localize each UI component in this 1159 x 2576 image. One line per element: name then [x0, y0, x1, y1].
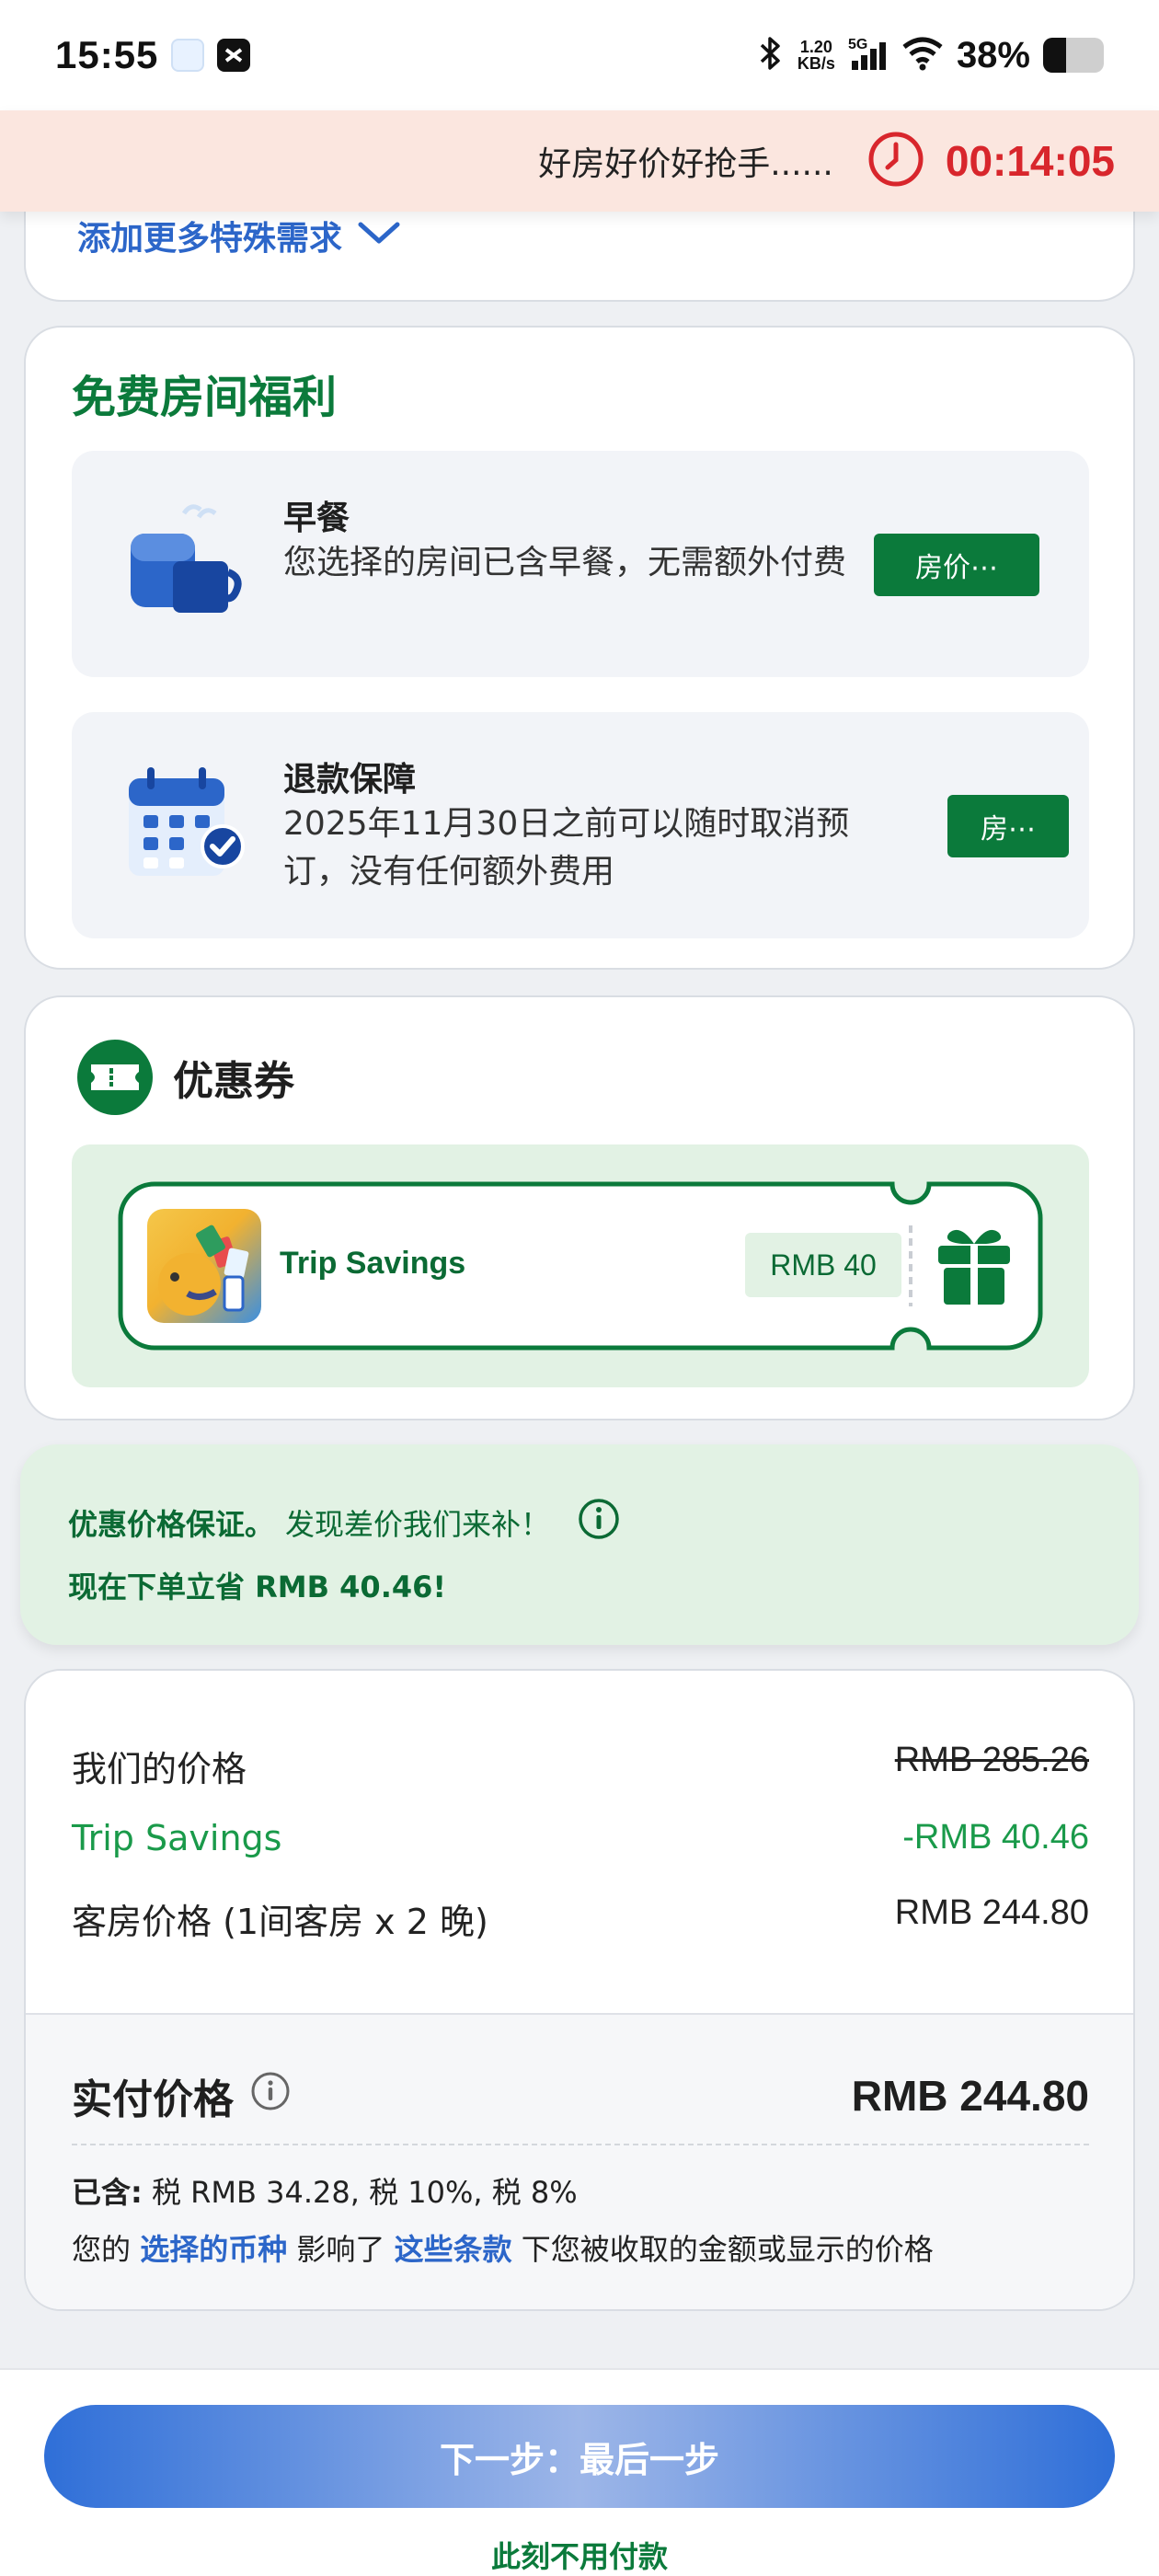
currency-note: 您的 选择的币种 影响了 这些条款 下您被收取的金额或显示的价格 — [72, 2226, 934, 2269]
room-price-button[interactable]: 房⋯ — [947, 795, 1069, 857]
timer-countdown: 00:14:05 — [945, 137, 1115, 185]
price-guarantee-heading: 优惠价格保证。 — [68, 1507, 275, 1542]
bottom-action-bar: 下一步：最后一步 此刻不用付款 — [0, 2368, 1159, 2576]
coupon-name: Trip Savings — [280, 1246, 466, 1281]
timer-message: 好房好价好抢手...... — [538, 145, 833, 183]
total-price-label-group: 实付价格 — [72, 2066, 291, 2125]
price-guarantee-text: 发现差价我们来补！ — [285, 1507, 551, 1542]
currency-note-text: 下您被收取的金额或显示的价格 — [521, 2232, 934, 2267]
total-price-row: 实付价格 RMB 244.80 — [72, 2066, 1089, 2125]
price-label: 客房价格 (1间客房 x 2 晚) — [72, 1902, 488, 1942]
price-guarantee-line: 优惠价格保证。 发现差价我们来补！ — [68, 1498, 620, 1547]
trip-savings-logo — [147, 1209, 261, 1323]
booking-timer-banner: 好房好价好抢手...... 00:14:05 — [0, 110, 1159, 212]
price-label: 我们的价格 — [72, 1749, 247, 1789]
wifi-icon — [901, 36, 944, 75]
benefit-refund: 退款保障 2025年11月30日之前可以随时取消预订，没有任何额外费用 房⋯ — [72, 712, 1089, 938]
price-label: Trip Savings — [72, 1818, 282, 1858]
selected-currency-link[interactable]: 选择的币种 — [140, 2232, 287, 2267]
coupon-header: 优惠券 — [77, 1040, 294, 1115]
total-price-value: RMB 244.80 — [851, 2072, 1089, 2120]
benefit-title: 退款保障 — [283, 761, 417, 799]
currency-note-text: 您的 — [72, 2232, 132, 2267]
battery-fill — [1043, 38, 1067, 73]
original-price: RMB 285.26 — [894, 1741, 1089, 1779]
gift-icon — [935, 1224, 1014, 1310]
status-right: 1.20 KB/s 5G 38% — [757, 35, 1104, 76]
price-row-room-price: 客房价格 (1间客房 x 2 晚) RMB 244.80 — [72, 1893, 1089, 1944]
savings-message: 现在下单立省 RMB 40.46! — [68, 1570, 446, 1604]
no-payment-note: 此刻不用付款 — [490, 2539, 668, 2574]
signal-icon: 5G — [848, 37, 889, 74]
benefit-breakfast: 早餐 您选择的房间已含早餐，无需额外付费 房价⋯ — [72, 451, 1089, 677]
ticket-icon — [77, 1040, 153, 1115]
terms-link[interactable]: 这些条款 — [395, 2232, 512, 2267]
discount-amount: -RMB 40.46 — [902, 1818, 1089, 1857]
network-speed-value: 1.20 — [799, 38, 832, 56]
network-type: 5G — [847, 37, 868, 52]
coupon-amount: RMB 40 — [745, 1233, 901, 1297]
price-guarantee-banner: 优惠价格保证。 发现差价我们来补！ 现在下单立省 RMB 40.46! — [20, 1444, 1139, 1645]
benefit-title: 早餐 — [283, 500, 350, 537]
add-special-requests-link[interactable]: 添加更多特殊需求 — [77, 212, 401, 259]
calendar-check-icon — [127, 758, 247, 887]
included-label: 已含: — [72, 2175, 143, 2210]
coupon-ticket[interactable]: Trip Savings RMB 40 — [118, 1181, 1043, 1351]
status-bar: 15:55 1.20 KB/s 5G 38% — [0, 0, 1159, 110]
add-special-requests-label: 添加更多特殊需求 — [77, 220, 343, 258]
coupon-card: 优惠券 Trip Savings RMB 40 — [24, 995, 1135, 1420]
total-price-section: 实付价格 RMB 244.80 已含: 税 RMB 34.28, 税 10%, … — [26, 2013, 1133, 2309]
price-breakdown-card: 我们的价格 RMB 285.26 Trip Savings -RMB 40.46… — [24, 1669, 1135, 2311]
status-time: 15:55 — [55, 33, 159, 76]
battery-percent: 38% — [956, 34, 1030, 75]
room-price-button[interactable]: 房价⋯ — [874, 534, 1039, 596]
battery-icon — [1043, 38, 1104, 73]
status-left: 15:55 — [55, 33, 251, 77]
clock-icon — [866, 130, 925, 192]
benefits-title: 免费房间福利 — [72, 372, 338, 423]
app-notification-icon — [217, 39, 251, 72]
room-benefits-card: 免费房间福利 早餐 您选择的房间已含早餐，无需额外付费 房价⋯ 退款保障 202… — [24, 326, 1135, 970]
price-row-our-price: 我们的价格 RMB 285.26 — [72, 1741, 1089, 1791]
bluetooth-icon — [757, 35, 785, 75]
coupon-area: Trip Savings RMB 40 — [72, 1144, 1089, 1387]
room-price: RMB 244.80 — [894, 1893, 1089, 1932]
info-icon[interactable] — [578, 1498, 620, 1547]
currency-note-text: 影响了 — [296, 2232, 385, 2267]
next-step-button[interactable]: 下一步：最后一步 — [44, 2405, 1115, 2508]
coupon-title: 优惠券 — [173, 1058, 294, 1105]
included-taxes: 已含: 税 RMB 34.28, 税 10%, 税 8% — [72, 2169, 578, 2212]
network-speed: 1.20 KB/s — [798, 39, 835, 72]
price-row-trip-savings: Trip Savings -RMB 40.46 — [72, 1818, 1089, 1858]
benefit-description: 您选择的房间已含早餐，无需额外付费 — [283, 544, 847, 581]
total-price-label: 实付价格 — [72, 2076, 234, 2123]
network-speed-unit: KB/s — [797, 54, 835, 73]
info-icon[interactable] — [250, 2071, 291, 2122]
app-notification-icon — [171, 39, 205, 72]
benefit-description: 2025年11月30日之前可以随时取消预订，没有任何额外费用 — [283, 805, 850, 891]
divider — [72, 2144, 1089, 2145]
chevron-down-icon — [357, 217, 401, 255]
breakfast-icon — [127, 497, 247, 626]
included-taxes-value: 税 RMB 34.28, 税 10%, 税 8% — [151, 2175, 578, 2210]
